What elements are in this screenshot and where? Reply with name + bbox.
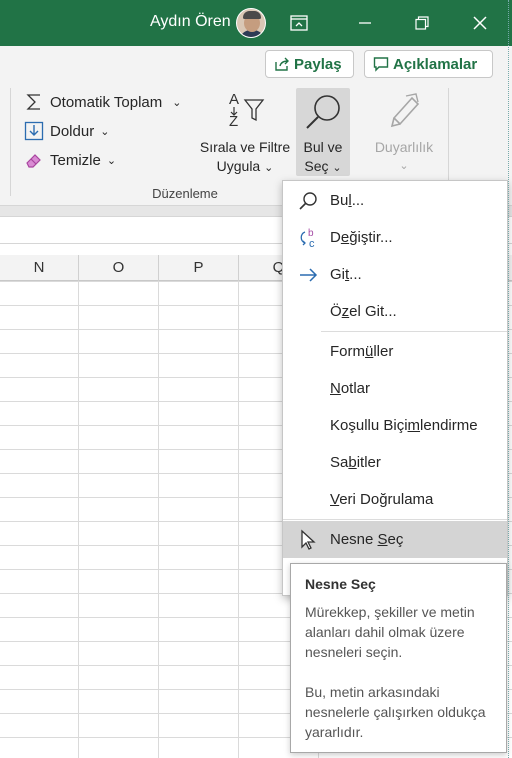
user-avatar[interactable] [236, 8, 266, 38]
find-select-button[interactable]: Bul ve Seç ⌄ [296, 88, 350, 176]
column-header-o[interactable]: O [79, 255, 159, 281]
menu-separator [283, 519, 507, 520]
eraser-icon [24, 150, 46, 170]
arrow-right-icon [297, 264, 319, 286]
menu-item-label: Özel Git... [330, 303, 397, 320]
chevron-down-icon: ⌄ [100, 125, 110, 138]
search-icon [297, 190, 319, 212]
find-select-menu: Bul... bc Değiştir... Git... Özel Git...… [282, 180, 508, 596]
sigma-icon [24, 92, 46, 112]
column-header-p[interactable]: P [159, 255, 239, 281]
chevron-down-icon: ⌄ [106, 154, 117, 167]
sensitivity-label: Duyarlılık [374, 139, 434, 155]
share-label: Paylaş [294, 55, 342, 73]
chevron-down-icon: ⌄ [399, 160, 409, 172]
menu-item-conditional-formatting[interactable]: Koşullu Biçimlendirme [283, 407, 507, 444]
sensitivity-button: Duyarlılık ⌄ [362, 88, 446, 176]
menu-item-replace[interactable]: bc Değiştir... [283, 219, 507, 256]
svg-text:A: A [229, 91, 239, 108]
comments-button[interactable]: Açıklamalar [364, 50, 493, 78]
menu-item-label: Sabitler [330, 454, 381, 471]
menu-item-label: Bul... [330, 192, 365, 209]
menu-item-label: Veri Doğrulama [330, 491, 434, 508]
column-header-n[interactable]: N [0, 255, 79, 281]
magnifier-icon [306, 95, 340, 129]
menu-item-label: Nesne Seç [330, 531, 404, 548]
menu-item-data-validation[interactable]: Veri Doğrulama [283, 481, 507, 518]
fill-button[interactable]: Doldur ⌄ [24, 119, 109, 143]
svg-text:c: c [309, 238, 315, 249]
sort-filter-label-2: Uygula [216, 158, 261, 174]
sensitivity-icon [390, 93, 420, 128]
title-bar: Aydın Ören [0, 0, 512, 46]
find-select-label-1: Bul ve [303, 139, 343, 155]
ribbon-display-icon[interactable] [276, 0, 322, 46]
tooltip-title: Nesne Seç [305, 576, 376, 592]
menu-item-notes[interactable]: Notlar [283, 370, 507, 407]
window-edge [508, 0, 511, 758]
restore-icon[interactable] [399, 0, 445, 46]
menu-item-label: Notlar [330, 380, 371, 397]
menu-item-select-objects[interactable]: Nesne Seç [283, 521, 507, 558]
sort-filter-label-1: Sırala ve Filtre [199, 139, 291, 155]
chevron-down-icon: ⌄ [264, 162, 274, 174]
chevron-down-icon: ⌄ [332, 162, 342, 174]
menu-separator [321, 331, 507, 332]
tooltip-description: Mürekkep, şekiller ve metin alanları dah… [305, 604, 475, 660]
menu-item-goto-special[interactable]: Özel Git... [283, 293, 507, 330]
share-icon [275, 57, 289, 71]
replace-icon: bc [297, 227, 319, 250]
close-icon[interactable] [457, 0, 503, 46]
chevron-down-icon: ⌄ [172, 96, 182, 109]
clear-button[interactable]: Temizle ⌄ [24, 148, 116, 172]
menu-item-label: Formüller [330, 343, 394, 360]
tooltip-note: Bu, metin arkasındaki nesnelerle çalışır… [305, 684, 486, 740]
minimize-icon[interactable] [342, 0, 388, 46]
autosum-label: Otomatik Toplam [50, 93, 163, 111]
share-button[interactable]: Paylaş [265, 50, 354, 78]
clear-label: Temizle [50, 151, 101, 169]
user-name[interactable]: Aydın Ören [150, 13, 231, 31]
menu-item-find[interactable]: Bul... [283, 182, 507, 219]
menu-item-goto[interactable]: Git... [283, 256, 507, 293]
svg-text:Z: Z [229, 113, 238, 130]
fill-down-icon [24, 121, 46, 141]
menu-item-label: Git... [330, 266, 362, 283]
sort-filter-button[interactable]: A Z Sırala ve Filtre Uygula ⌄ [196, 88, 294, 178]
tooltip: Nesne Seç Mürekkep, şekiller ve metin al… [290, 563, 507, 753]
menu-item-label: Değiştir... [330, 229, 393, 246]
comment-icon [373, 57, 389, 72]
find-select-label-2: Seç [304, 158, 329, 174]
comments-label: Açıklamalar [393, 55, 478, 73]
fill-label: Doldur [50, 122, 95, 140]
sort-filter-icon: A Z [229, 91, 265, 130]
autosum-button[interactable]: Otomatik Toplam ⌄ [24, 90, 181, 114]
pointer-icon [297, 529, 319, 551]
menu-item-constants[interactable]: Sabitler [283, 444, 507, 481]
menu-item-formulas[interactable]: Formüller [283, 333, 507, 370]
menu-item-label: Koşullu Biçimlendirme [330, 417, 478, 434]
